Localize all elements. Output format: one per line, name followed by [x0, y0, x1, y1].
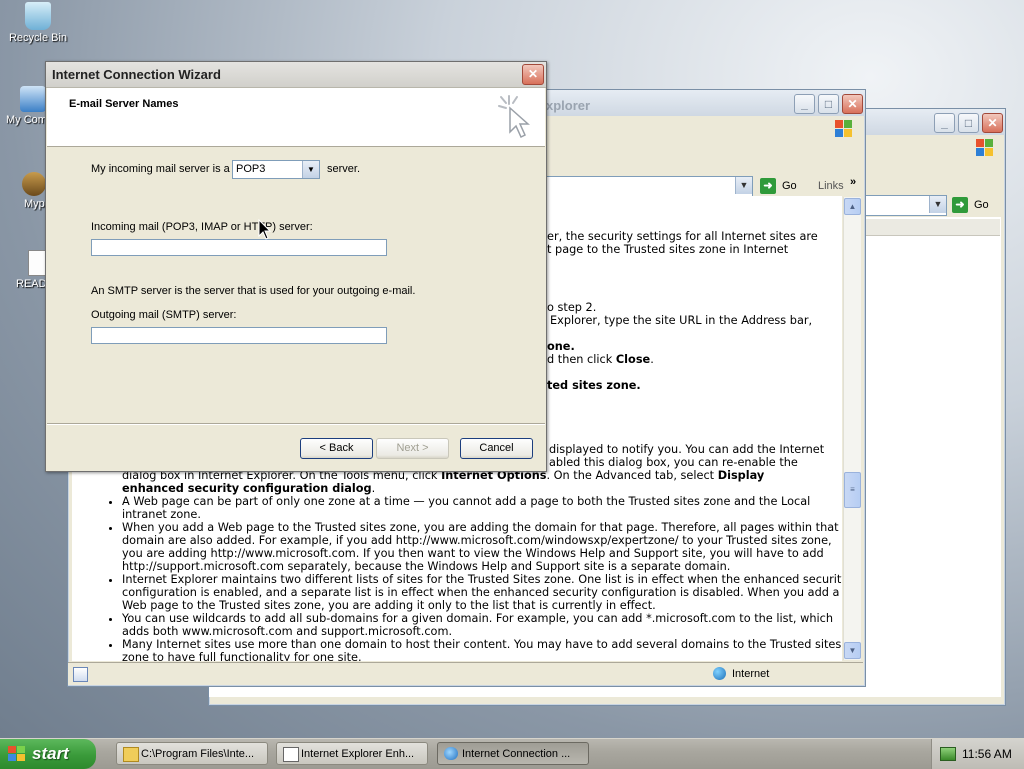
outgoing-mail-server-input[interactable]: [91, 327, 387, 344]
close-button[interactable]: ✕: [522, 64, 544, 85]
go-button-label[interactable]: Go: [782, 180, 797, 192]
maximize-button[interactable]: □: [958, 113, 979, 133]
text-segment: Display: [717, 469, 765, 482]
security-zone-label: Internet: [732, 668, 770, 680]
minimize-button[interactable]: _: [934, 113, 955, 133]
smtp-note: An SMTP server is the server that is use…: [91, 285, 416, 297]
wizard-cursor-icon: [498, 95, 530, 139]
outgoing-mail-label: Outgoing mail (SMTP) server:: [91, 309, 237, 321]
text-line: one.: [547, 340, 575, 353]
ie-icon: [444, 747, 458, 760]
incoming-mail-label: Incoming mail (POP3, IMAP or HTTP) serve…: [91, 221, 313, 233]
globe-icon: [713, 667, 726, 680]
go-button-label[interactable]: Go: [974, 199, 989, 211]
minimize-button[interactable]: _: [794, 94, 815, 114]
windows-logo-icon: [976, 139, 994, 157]
page-icon: [73, 667, 88, 682]
links-label[interactable]: Links: [818, 180, 844, 192]
next-button[interactable]: Next >: [376, 438, 449, 459]
chevron-down-icon[interactable]: ▼: [302, 161, 319, 178]
windows-logo-icon: [835, 120, 853, 138]
text-line: t page to the Trusted sites zone in Inte…: [547, 243, 789, 256]
taskbar-button-connection-wizard[interactable]: Internet Connection ...: [437, 742, 589, 765]
readme-document-icon: [28, 250, 46, 276]
text-line: displayed to notify you. You can add the…: [549, 443, 825, 456]
folder-icon: [123, 747, 139, 762]
document-icon: [283, 747, 299, 762]
desktop-icon-label: Recycle Bin: [8, 32, 68, 44]
list-item: Many Internet sites use more than one do…: [122, 638, 842, 661]
go-arrow-icon[interactable]: ➜: [952, 197, 968, 213]
desktop-icon-label: Myp: [24, 198, 45, 210]
cancel-button[interactable]: Cancel: [460, 438, 533, 459]
close-button[interactable]: ✕: [842, 94, 863, 114]
text-segment: enhanced security configuration dialog: [122, 482, 372, 495]
server-type-value: POP3: [236, 163, 266, 175]
maximize-button[interactable]: □: [818, 94, 839, 114]
button-separator: [47, 423, 545, 425]
text-segment: . On the Advanced tab, select: [546, 469, 718, 482]
wizard-step-title: E-mail Server Names: [69, 98, 179, 110]
taskbar-button-ie-enhanced[interactable]: Internet Explorer Enh...: [276, 742, 428, 765]
wizard-header: E-mail Server Names: [47, 88, 545, 147]
network-icon[interactable]: [940, 747, 956, 761]
task-label: Internet Explorer Enh...: [301, 748, 415, 760]
incoming-server-type-prefix: My incoming mail server is a: [91, 163, 230, 175]
taskbar: start C:\Program Files\Inte... Internet …: [0, 738, 1024, 769]
desktop-icon-label: READ: [16, 278, 47, 290]
list-item: When you add a Web page to the Trusted s…: [122, 521, 842, 573]
list-item: A Web page can be part of only one zone …: [122, 495, 842, 521]
text-line: er, the security settings for all Intern…: [547, 230, 818, 243]
window-title: Internet Connection Wizard: [52, 67, 221, 82]
server-type-select[interactable]: POP3 ▼: [232, 160, 320, 179]
text-line: Explorer, type the site URL in the Addre…: [550, 314, 813, 327]
scroll-thumb[interactable]: ≡: [844, 472, 861, 508]
text-line: ted sites zone.: [547, 379, 641, 392]
text-line: enhanced security configuration dialog.: [122, 482, 375, 495]
scroll-down-button[interactable]: ▼: [844, 642, 861, 659]
scroll-up-button[interactable]: ▲: [844, 198, 861, 215]
bullet-list: A Web page can be part of only one zone …: [102, 495, 842, 661]
text-line: abled this dialog box, you can re-enable…: [549, 456, 798, 469]
incoming-mail-server-input[interactable]: [91, 239, 387, 256]
desktop-icon-recycle-bin[interactable]: Recycle Bin: [3, 2, 73, 44]
taskbar-button-folder[interactable]: C:\Program Files\Inte...: [116, 742, 268, 765]
start-label: start: [32, 744, 69, 763]
column-header: [854, 219, 1000, 236]
text-line: o step 2.: [547, 301, 597, 314]
list-item: Internet Explorer maintains two differen…: [122, 573, 842, 612]
vertical-scrollbar[interactable]: ▲ ≡ ▼: [843, 197, 861, 660]
mouse-pointer-icon: [258, 219, 272, 240]
text-line: d then click Close.: [547, 353, 654, 366]
task-label: Internet Connection ...: [462, 748, 571, 760]
text-segment: Close: [615, 353, 651, 366]
back-button[interactable]: < Back: [300, 438, 373, 459]
my-computer-icon: [20, 86, 46, 112]
internet-connection-wizard[interactable]: Internet Connection Wizard ✕ E-mail Serv…: [45, 61, 547, 472]
list-item: You can use wildcards to add all sub-dom…: [122, 612, 842, 638]
go-arrow-icon[interactable]: ➜: [760, 178, 776, 194]
recycle-bin-icon: [25, 2, 51, 30]
system-tray: 11:56 AM: [931, 739, 1024, 769]
text-segment: .: [371, 482, 376, 495]
chevron-down-icon[interactable]: ▼: [929, 196, 946, 213]
status-bar: Internet: [68, 662, 863, 685]
desktop-icon-label: My Com: [6, 114, 47, 126]
address-bar[interactable]: ▼: [546, 176, 753, 197]
my-pictures-icon: [22, 172, 46, 196]
task-label: C:\Program Files\Inte...: [141, 748, 255, 760]
chevron-right-icon[interactable]: »: [850, 176, 856, 188]
text-segment: d then click: [547, 353, 616, 366]
start-button[interactable]: start: [0, 739, 96, 769]
chevron-down-icon[interactable]: ▼: [735, 177, 752, 194]
incoming-server-type-suffix: server.: [327, 163, 361, 175]
clock[interactable]: 11:56 AM: [962, 747, 1012, 761]
close-button[interactable]: ✕: [982, 113, 1003, 133]
windows-logo-icon: [8, 746, 26, 762]
window-title: xplorer: [546, 98, 591, 113]
